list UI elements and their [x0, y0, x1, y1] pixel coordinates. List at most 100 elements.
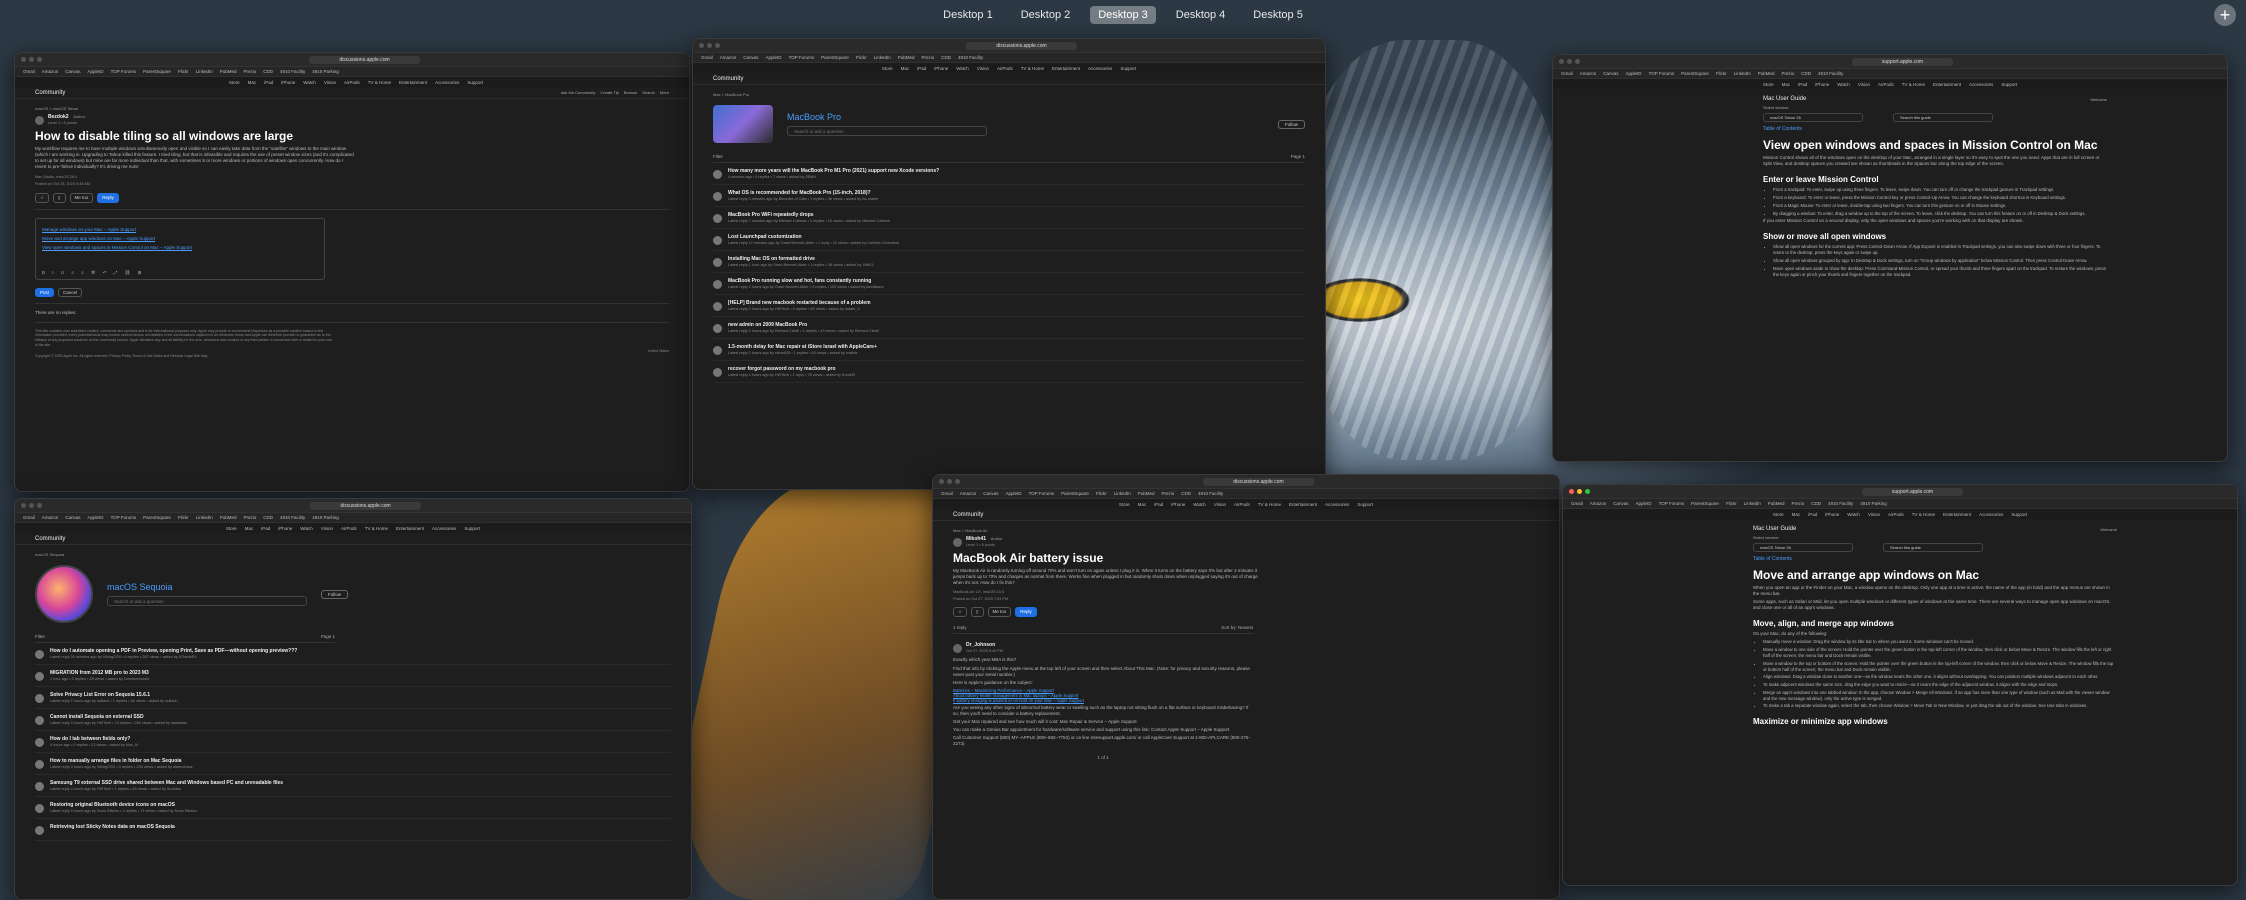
welcome-link[interactable]: Welcome [2100, 527, 2117, 532]
space-desktop-1[interactable]: Desktop 1 [935, 6, 1001, 24]
cancel-button[interactable]: Cancel [58, 287, 83, 297]
editor-link[interactable]: Manage windows on your Mac – Apple Suppo… [42, 227, 318, 232]
nav-item[interactable]: Entertainment [399, 80, 427, 85]
community-name[interactable]: MacBook Pro [787, 112, 987, 122]
topic-row[interactable]: How many more years will the MacBook Pro… [713, 163, 1305, 185]
bookmark[interactable]: PubMed [220, 69, 237, 74]
table-of-contents-link[interactable]: Table of Contents [1763, 126, 2107, 132]
nav-item[interactable]: Watch [300, 526, 313, 531]
thumbs-up-icon[interactable]: ☆ [35, 192, 50, 203]
filter-button[interactable]: Filter [35, 634, 45, 639]
nav-item[interactable]: Store [226, 526, 237, 531]
avatar[interactable] [35, 694, 44, 703]
bookmark[interactable]: 4910 Facility [1818, 71, 1843, 76]
bookmark[interactable]: Prezio [1161, 491, 1174, 496]
bookmark[interactable]: CDD [263, 515, 273, 520]
nav-item[interactable]: iPad [1798, 82, 1807, 87]
bookmark[interactable]: Prezio [1791, 501, 1804, 506]
follow-button[interactable]: Follow [321, 589, 349, 599]
nav-item[interactable]: Store [229, 80, 240, 85]
nav-item[interactable]: Watch [1847, 512, 1860, 517]
bookmark[interactable]: Flickr [856, 55, 867, 60]
bookmark[interactable]: Amazon [42, 515, 59, 520]
nav-item[interactable]: Watch [1193, 502, 1206, 507]
guide-search-input[interactable]: Search this guide [1893, 113, 1993, 122]
thumbs-up-icon[interactable]: ☆ [953, 607, 968, 618]
bookmark[interactable]: AppleID [1006, 491, 1022, 496]
traffic-lights[interactable] [21, 503, 42, 508]
topic-title[interactable]: MacBook Pro running slow and hot, fans c… [728, 278, 884, 284]
bookmark[interactable]: Gmail [23, 69, 35, 74]
bookmark[interactable]: ParentSquare [143, 69, 171, 74]
topic-title[interactable]: Lost Launchpad customization [728, 234, 899, 240]
bookmark[interactable]: AppleID [88, 69, 104, 74]
bookmark[interactable]: Amazon [42, 69, 59, 74]
post-button[interactable]: Post [35, 287, 55, 297]
traffic-lights[interactable] [939, 479, 960, 484]
bookmark[interactable]: Amazon [1590, 501, 1607, 506]
window-macbook-pro-community[interactable]: discussions.apple.com Gmail Amazon Canvas A… [692, 38, 1326, 490]
community-title[interactable]: Community [953, 512, 983, 518]
bookmark[interactable]: 4910 Facility [1198, 491, 1223, 496]
address-bar[interactable]: discussions.apple.com [309, 55, 420, 64]
pagination[interactable]: 1 of 1 [953, 755, 1253, 760]
nav-item[interactable]: Vision [324, 80, 336, 85]
bookmark[interactable]: PubMed [1768, 501, 1785, 506]
nav-item[interactable]: TV & Home [1912, 512, 1935, 517]
window-tiling-thread[interactable]: discussions.apple.com Gmail Amazon Canvas A… [14, 52, 690, 492]
community-link[interactable]: More [660, 90, 669, 95]
topic-title[interactable]: recover forgot password on my macbook pr… [728, 366, 855, 372]
traffic-lights[interactable] [21, 57, 42, 62]
table-of-contents-link[interactable]: Table of Contents [1753, 556, 2117, 562]
nav-item[interactable]: Accessories [1325, 502, 1349, 507]
bookmark[interactable]: 4910 Parking [312, 69, 339, 74]
bookmark[interactable]: ParentSquare [1691, 501, 1719, 506]
bookmark[interactable]: ParentSquare [143, 515, 171, 520]
topic-row[interactable]: How do I tab between fields only? 4 hours… [35, 731, 671, 753]
bookmark[interactable]: 4910 Parking [1860, 501, 1887, 506]
guide-title[interactable]: Mac User Guide [1763, 96, 1806, 102]
address-bar[interactable]: support.apple.com [1851, 57, 1954, 66]
bookmark[interactable]: CDD [1801, 71, 1811, 76]
bookmark[interactable]: AppleID [1636, 501, 1652, 506]
reply-button[interactable]: Reply [1015, 607, 1037, 618]
topic-title[interactable]: MacBook Pro WiFi repeatedly drops [728, 212, 890, 218]
nav-item[interactable]: iPad [1154, 502, 1163, 507]
topic-title[interactable]: Cannot install Sequoia on external SSD [50, 714, 187, 720]
nav-item[interactable]: AirPods [1888, 512, 1904, 517]
nav-item[interactable]: Vision [1214, 502, 1226, 507]
bookmark[interactable]: CDD [1181, 491, 1191, 496]
nav-item[interactable]: Vision [321, 526, 333, 531]
nav-item[interactable]: Vision [1868, 512, 1880, 517]
community-link[interactable]: Create Tip [600, 90, 618, 95]
address-bar[interactable]: support.apple.com [1861, 487, 1964, 496]
bookmark[interactable]: Canvas [983, 491, 998, 496]
bookmark[interactable]: PubMed [1758, 71, 1775, 76]
bookmark[interactable]: CDD [941, 55, 951, 60]
topic-title[interactable]: [HELP] Brand new macbook restarted becau… [728, 300, 871, 306]
topic-title[interactable]: Solve Privacy List Error on Sequoia 15.6… [50, 692, 177, 698]
bookmark[interactable]: AppleID [88, 515, 104, 520]
editor-link[interactable]: View open windows and spaces in Mission … [42, 245, 318, 250]
nav-item[interactable]: Entertainment [1943, 512, 1971, 517]
search-input[interactable]: Search or ask a question [787, 126, 987, 136]
version-select[interactable]: macOS Tahoe 26 [1763, 113, 1863, 122]
bookmark[interactable]: TOP Forums [1649, 71, 1675, 76]
nav-item[interactable]: Support [2011, 512, 2027, 517]
topic-title[interactable]: What OS is recommended for MacBook Pro (… [728, 190, 878, 196]
bookmark[interactable]: Amazon [1580, 71, 1597, 76]
nav-item[interactable]: Store [882, 66, 893, 71]
avatar[interactable] [713, 236, 722, 245]
avatar[interactable] [35, 650, 44, 659]
nav-item[interactable]: AirPods [341, 526, 357, 531]
bookmark-icon[interactable]: ▯ [53, 192, 66, 203]
community-title[interactable]: Community [35, 90, 65, 96]
bookmark[interactable]: AppleID [766, 55, 782, 60]
bookmark[interactable]: 4910 Facility [1828, 501, 1853, 506]
reply-button[interactable]: Reply [97, 192, 119, 203]
nav-item[interactable]: Mac [248, 80, 257, 85]
sort-select[interactable]: Sort by: Newest [1221, 625, 1253, 630]
filter-button[interactable]: Filter [713, 154, 723, 159]
bookmark[interactable]: Gmail [941, 491, 953, 496]
avatar[interactable] [713, 214, 722, 223]
